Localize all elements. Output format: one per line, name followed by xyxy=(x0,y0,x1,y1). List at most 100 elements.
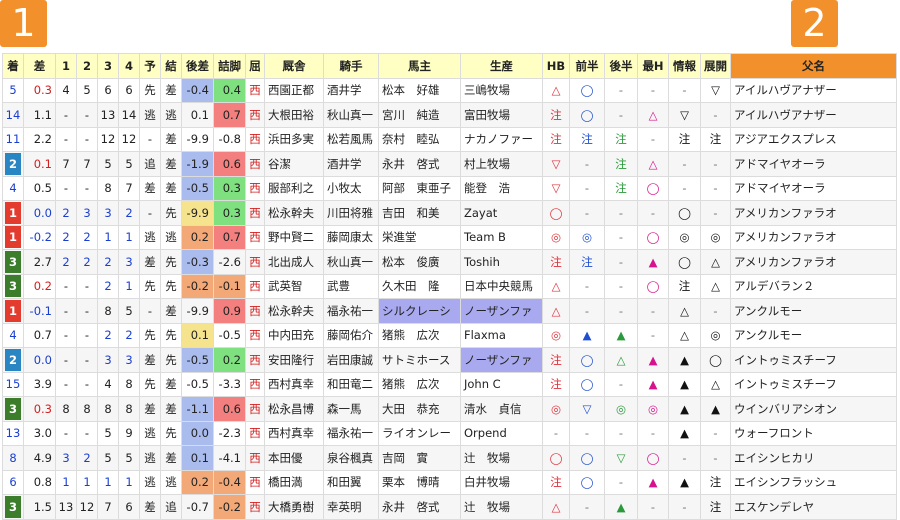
owner-cell[interactable]: シルクレーシ xyxy=(378,298,461,324)
sire-cell[interactable]: エイシンヒカリ xyxy=(730,445,897,471)
trainer-cell[interactable]: 中内田充 xyxy=(264,322,324,348)
jockey-cell[interactable]: 酒井学 xyxy=(323,77,379,103)
jockey-cell[interactable]: 岩田康誠 xyxy=(323,347,379,373)
trainer-cell[interactable]: 北出成人 xyxy=(264,249,324,275)
col-owner-header[interactable]: 馬主 xyxy=(378,53,461,79)
col-region-header[interactable]: 屈 xyxy=(245,53,265,79)
col-corner-1-header[interactable]: 1 xyxy=(55,53,77,79)
col-second-half-header[interactable]: 後半 xyxy=(604,53,638,79)
trainer-cell[interactable]: 大根田裕 xyxy=(264,102,324,128)
jockey-cell[interactable]: 幸英明 xyxy=(323,494,379,520)
col-corner-4-header[interactable]: 4 xyxy=(118,53,140,79)
table-row[interactable]: 1 -0.1- -8 5- 差 -9.9 0.9 西松永幹夫 福永祐一 シルクレーシ ノーザンファ △… xyxy=(2,298,897,324)
sire-cell[interactable]: アジアエクスプレス xyxy=(730,126,897,152)
sire-cell[interactable]: イントゥミスチーフ xyxy=(730,371,897,397)
jockey-cell[interactable]: 秋山真一 xyxy=(323,102,379,128)
jockey-cell[interactable]: 福永祐一 xyxy=(323,298,379,324)
trainer-cell[interactable]: 西村真幸 xyxy=(264,420,324,446)
trainer-cell[interactable]: 西園正都 xyxy=(264,77,324,103)
sire-cell[interactable]: アルデバラン２ xyxy=(730,273,897,299)
trainer-cell[interactable]: 本田優 xyxy=(264,445,324,471)
jockey-cell[interactable]: 松若風馬 xyxy=(323,126,379,152)
col-finish-header[interactable]: 着 xyxy=(2,53,24,79)
sire-cell[interactable]: アメリカンファラオ xyxy=(730,224,897,250)
col-result-header[interactable]: 結 xyxy=(160,53,182,79)
jockey-cell[interactable]: 和田翼 xyxy=(323,469,379,495)
col-breeder-header[interactable]: 生産 xyxy=(460,53,543,79)
table-row[interactable]: 4 0.5- -8 7 差差 -0.5 0.3 西服部利之 小牧太 阿部 東亜子 能登 浩 ▽ - 注 ◯ -… xyxy=(2,175,897,201)
jockey-cell[interactable]: 川田将雅 xyxy=(323,200,379,226)
col-corner-3-header[interactable]: 3 xyxy=(97,53,119,79)
sire-cell[interactable]: アドマイヤオーラ xyxy=(730,151,897,177)
owner-cell[interactable]: 永井 啓式 xyxy=(378,151,461,177)
owner-cell[interactable]: 大田 恭充 xyxy=(378,396,461,422)
table-row[interactable]: 3 0.3 8 8 8 8 差差 -1.1 0.6 西松永昌博 森一馬 大田 恭充 清水 貞信 ◎ ▽ ◎ ◎ ▲… xyxy=(2,396,897,422)
jockey-cell[interactable]: 秋山真一 xyxy=(323,249,379,275)
owner-cell[interactable]: サトミホース xyxy=(378,347,461,373)
col-sire-header[interactable]: 父名 xyxy=(730,53,897,79)
jockey-cell[interactable]: 小牧太 xyxy=(323,175,379,201)
trainer-cell[interactable]: 武英智 xyxy=(264,273,324,299)
col-max-h-header[interactable]: 最H xyxy=(637,53,669,79)
trainer-cell[interactable]: 安田隆行 xyxy=(264,347,324,373)
sire-cell[interactable]: エスケンデレヤ xyxy=(730,494,897,520)
col-closing-header[interactable]: 詰脚 xyxy=(213,53,246,79)
owner-cell[interactable]: 松本 俊廣 xyxy=(378,249,461,275)
trainer-cell[interactable]: 服部利之 xyxy=(264,175,324,201)
trainer-cell[interactable]: 野中賢二 xyxy=(264,224,324,250)
col-late-diff-header[interactable]: 後差 xyxy=(181,53,214,79)
trainer-cell[interactable]: 松永幹夫 xyxy=(264,200,324,226)
table-row[interactable]: 8 4.9 3 2 5 5 逃差 0.1 -4.1 西本田優 泉谷楓真 吉岡 實辻 牧場 ◯ ◯ ▽ ◯ - - エ… xyxy=(2,445,897,471)
owner-cell[interactable]: 奈村 睦弘 xyxy=(378,126,461,152)
table-row[interactable]: 15 3.9- -4 8 先差 -0.5 -3.3 西西村真幸 和田竜二 猪熊 広次 John C注… xyxy=(2,371,897,397)
jockey-cell[interactable]: 和田竜二 xyxy=(323,371,379,397)
col-margin-header[interactable]: 差 xyxy=(23,53,56,79)
table-row[interactable]: 2 0.0- -3 3 差先 -0.5 0.2 西安田隆行 岩田康誠 サトミホース ノーザンファ注 ◯… xyxy=(2,347,897,373)
jockey-cell[interactable]: 福永祐一 xyxy=(323,420,379,446)
jockey-cell[interactable]: 武豊 xyxy=(323,273,379,299)
col-development-header[interactable]: 展開 xyxy=(700,53,731,79)
sire-cell[interactable]: アドマイヤオーラ xyxy=(730,175,897,201)
jockey-cell[interactable]: 酒井学 xyxy=(323,151,379,177)
table-row[interactable]: 4 0.7- -2 2 先先 0.1 -0.5 西中内田充 藤岡佑介 猪熊 広次 Flaxma ◎ ▲ ▲… xyxy=(2,322,897,348)
table-row[interactable]: 1 -0.2 2 2 1 1 逃逃 0.2 0.7 西野中賢二 藤岡康太 栄進堂 Team B ◎ ◎ - ◯ ◎… xyxy=(2,224,897,250)
col-jockey-header[interactable]: 騎手 xyxy=(323,53,379,79)
sire-cell[interactable]: エイシンフラッシュ xyxy=(730,469,897,495)
trainer-cell[interactable]: 橋田満 xyxy=(264,469,324,495)
owner-cell[interactable]: 久木田 隆 xyxy=(378,273,461,299)
col-info-header[interactable]: 情報 xyxy=(668,53,701,79)
table-row[interactable]: 1 0.0 2 3 3 2- 先 -9.9 0.3 西松永幹夫 川田将雅 吉田 和美 Zayat ◯ - - -… xyxy=(2,200,897,226)
trainer-cell[interactable]: 西村真幸 xyxy=(264,371,324,397)
sire-cell[interactable]: ウインバリアシオン xyxy=(730,396,897,422)
trainer-cell[interactable]: 大橋勇樹 xyxy=(264,494,324,520)
owner-cell[interactable]: 猪熊 広次 xyxy=(378,371,461,397)
table-row[interactable]: 6 0.8 1 1 1 1 逃逃 0.2 -0.4 西橋田満 和田翼 栗本 博晴 白井牧場注 ◯ - ▲ ▲ 注エ… xyxy=(2,469,897,495)
owner-cell[interactable]: 猪熊 広次 xyxy=(378,322,461,348)
trainer-cell[interactable]: 松永昌博 xyxy=(264,396,324,422)
trainer-cell[interactable]: 谷潔 xyxy=(264,151,324,177)
sire-cell[interactable]: アンクルモー xyxy=(730,322,897,348)
table-row[interactable]: 11 2.2- -12 12- 差 -9.9 -0.8 西浜田多実 松若風馬 奈村 睦弘 ナカノファ… xyxy=(2,126,897,152)
col-prediction-header[interactable]: 予 xyxy=(139,53,161,79)
owner-cell[interactable]: 吉田 和美 xyxy=(378,200,461,226)
table-row[interactable]: 3 0.2- -2 1 先先 -0.2 -0.1 西武英智 武豊 久木田 隆日本中央競馬 △ - - ◯ 注… xyxy=(2,273,897,299)
owner-cell[interactable]: 永井 啓式 xyxy=(378,494,461,520)
jockey-cell[interactable]: 藤岡康太 xyxy=(323,224,379,250)
col-trainer-header[interactable]: 厩舎 xyxy=(264,53,324,79)
table-row[interactable]: 5 0.3 4 5 6 6 先差 -0.4 0.4 西西園正都 酒井学 松本 好雄 三嶋牧場 △ ◯ - - - ▽… xyxy=(2,77,897,103)
owner-cell[interactable]: 松本 好雄 xyxy=(378,77,461,103)
table-row[interactable]: 13 3.0- -5 9 逃先 0.0 -2.3 西西村真幸 福永祐一 ライオンレー Orpend -… xyxy=(2,420,897,446)
owner-cell[interactable]: 栗本 博晴 xyxy=(378,469,461,495)
owner-cell[interactable]: 吉岡 實 xyxy=(378,445,461,471)
table-row[interactable]: 14 1.1- -13 14 逃逃 0.1 0.7 西大根田裕 秋山真一 宮川 純造 富田牧場注 ◯ -… xyxy=(2,102,897,128)
table-row[interactable]: 2 0.1 7 7 5 5 追差 -1.9 0.6 西谷潔 酒井学 永井 啓式 村上牧場 ▽ - 注 △ - - アド… xyxy=(2,151,897,177)
table-row[interactable]: 3 1.5 13 12 7 6 差追 -0.7 -0.2 西大橋勇樹 幸英明 永井 啓式辻 牧場 △ - ▲… xyxy=(2,494,897,520)
sire-cell[interactable]: アメリカンファラオ xyxy=(730,249,897,275)
jockey-cell[interactable]: 森一馬 xyxy=(323,396,379,422)
owner-cell[interactable]: 宮川 純造 xyxy=(378,102,461,128)
owner-cell[interactable]: ライオンレー xyxy=(378,420,461,446)
jockey-cell[interactable]: 藤岡佑介 xyxy=(323,322,379,348)
sire-cell[interactable]: イントゥミスチーフ xyxy=(730,347,897,373)
trainer-cell[interactable]: 松永幹夫 xyxy=(264,298,324,324)
col-corner-2-header[interactable]: 2 xyxy=(76,53,98,79)
